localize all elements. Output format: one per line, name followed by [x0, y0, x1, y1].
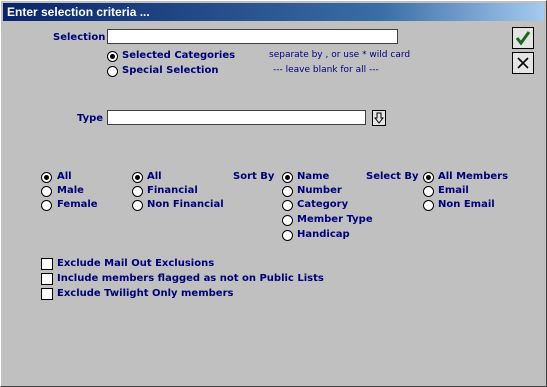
gender-female-radio[interactable] [41, 200, 52, 211]
financial-all-radio[interactable] [132, 172, 143, 183]
cancel-button[interactable] [512, 52, 534, 74]
select-email-radio[interactable] [423, 186, 434, 197]
arrow-down-icon [374, 112, 384, 124]
close-icon [517, 57, 529, 69]
select-all-members-label: All Members [438, 171, 509, 182]
select-email-label: Email [438, 185, 469, 196]
financial-non-financial-radio[interactable] [132, 200, 143, 211]
gender-male-label: Male [57, 185, 84, 196]
gender-all-radio[interactable] [41, 172, 52, 183]
exclude-mail-out-checkbox[interactable] [41, 258, 53, 270]
special-selection-radio[interactable] [107, 66, 118, 77]
include-public-lists-label: Include members flagged as not on Public… [57, 273, 324, 284]
sort-member-type-radio[interactable] [282, 215, 293, 226]
title-bar: Enter selection criteria ... [3, 3, 544, 21]
selected-categories-radio[interactable] [107, 51, 118, 62]
selected-categories-label: Selected Categories [122, 50, 236, 61]
type-label: Type [77, 113, 104, 124]
sort-handicap-radio[interactable] [282, 230, 293, 241]
window-title: Enter selection criteria ... [7, 5, 150, 19]
type-dropdown-button[interactable] [372, 110, 386, 126]
type-input[interactable] [107, 110, 366, 125]
include-public-lists-checkbox[interactable] [41, 273, 53, 285]
sort-member-type-label: Member Type [297, 214, 373, 225]
sort-handicap-label: Handicap [297, 229, 350, 240]
financial-financial-radio[interactable] [132, 186, 143, 197]
sort-by-label: Sort By [233, 171, 275, 182]
selection-hint: separate by , or use * wild card [269, 50, 411, 60]
select-non-email-radio[interactable] [423, 200, 434, 211]
select-by-label: Select By [366, 171, 419, 182]
financial-financial-label: Financial [147, 185, 198, 196]
selection-label: Selection [53, 32, 106, 43]
gender-female-label: Female [57, 199, 98, 210]
special-selection-label: Special Selection [122, 65, 219, 76]
sort-category-label: Category [297, 199, 349, 210]
check-icon [515, 31, 531, 46]
exclude-twilight-checkbox[interactable] [41, 288, 53, 300]
sort-name-label: Name [297, 171, 330, 182]
ok-button[interactable] [512, 27, 534, 49]
selection-input[interactable] [107, 29, 398, 44]
select-all-members-radio[interactable] [423, 172, 434, 183]
sort-name-radio[interactable] [282, 172, 293, 183]
exclude-mail-out-label: Exclude Mail Out Exclusions [57, 258, 215, 269]
financial-non-financial-label: Non Financial [147, 199, 224, 210]
financial-all-label: All [147, 171, 162, 182]
sort-category-radio[interactable] [282, 200, 293, 211]
sort-number-label: Number [297, 185, 342, 196]
sort-number-radio[interactable] [282, 186, 293, 197]
selection-hint-blank: --- leave blank for all --- [273, 65, 379, 75]
gender-male-radio[interactable] [41, 186, 52, 197]
exclude-twilight-label: Exclude Twilight Only members [57, 288, 234, 299]
dialog-window: Enter selection criteria ... Selection S… [0, 0, 547, 387]
select-non-email-label: Non Email [438, 199, 495, 210]
gender-all-label: All [57, 171, 72, 182]
